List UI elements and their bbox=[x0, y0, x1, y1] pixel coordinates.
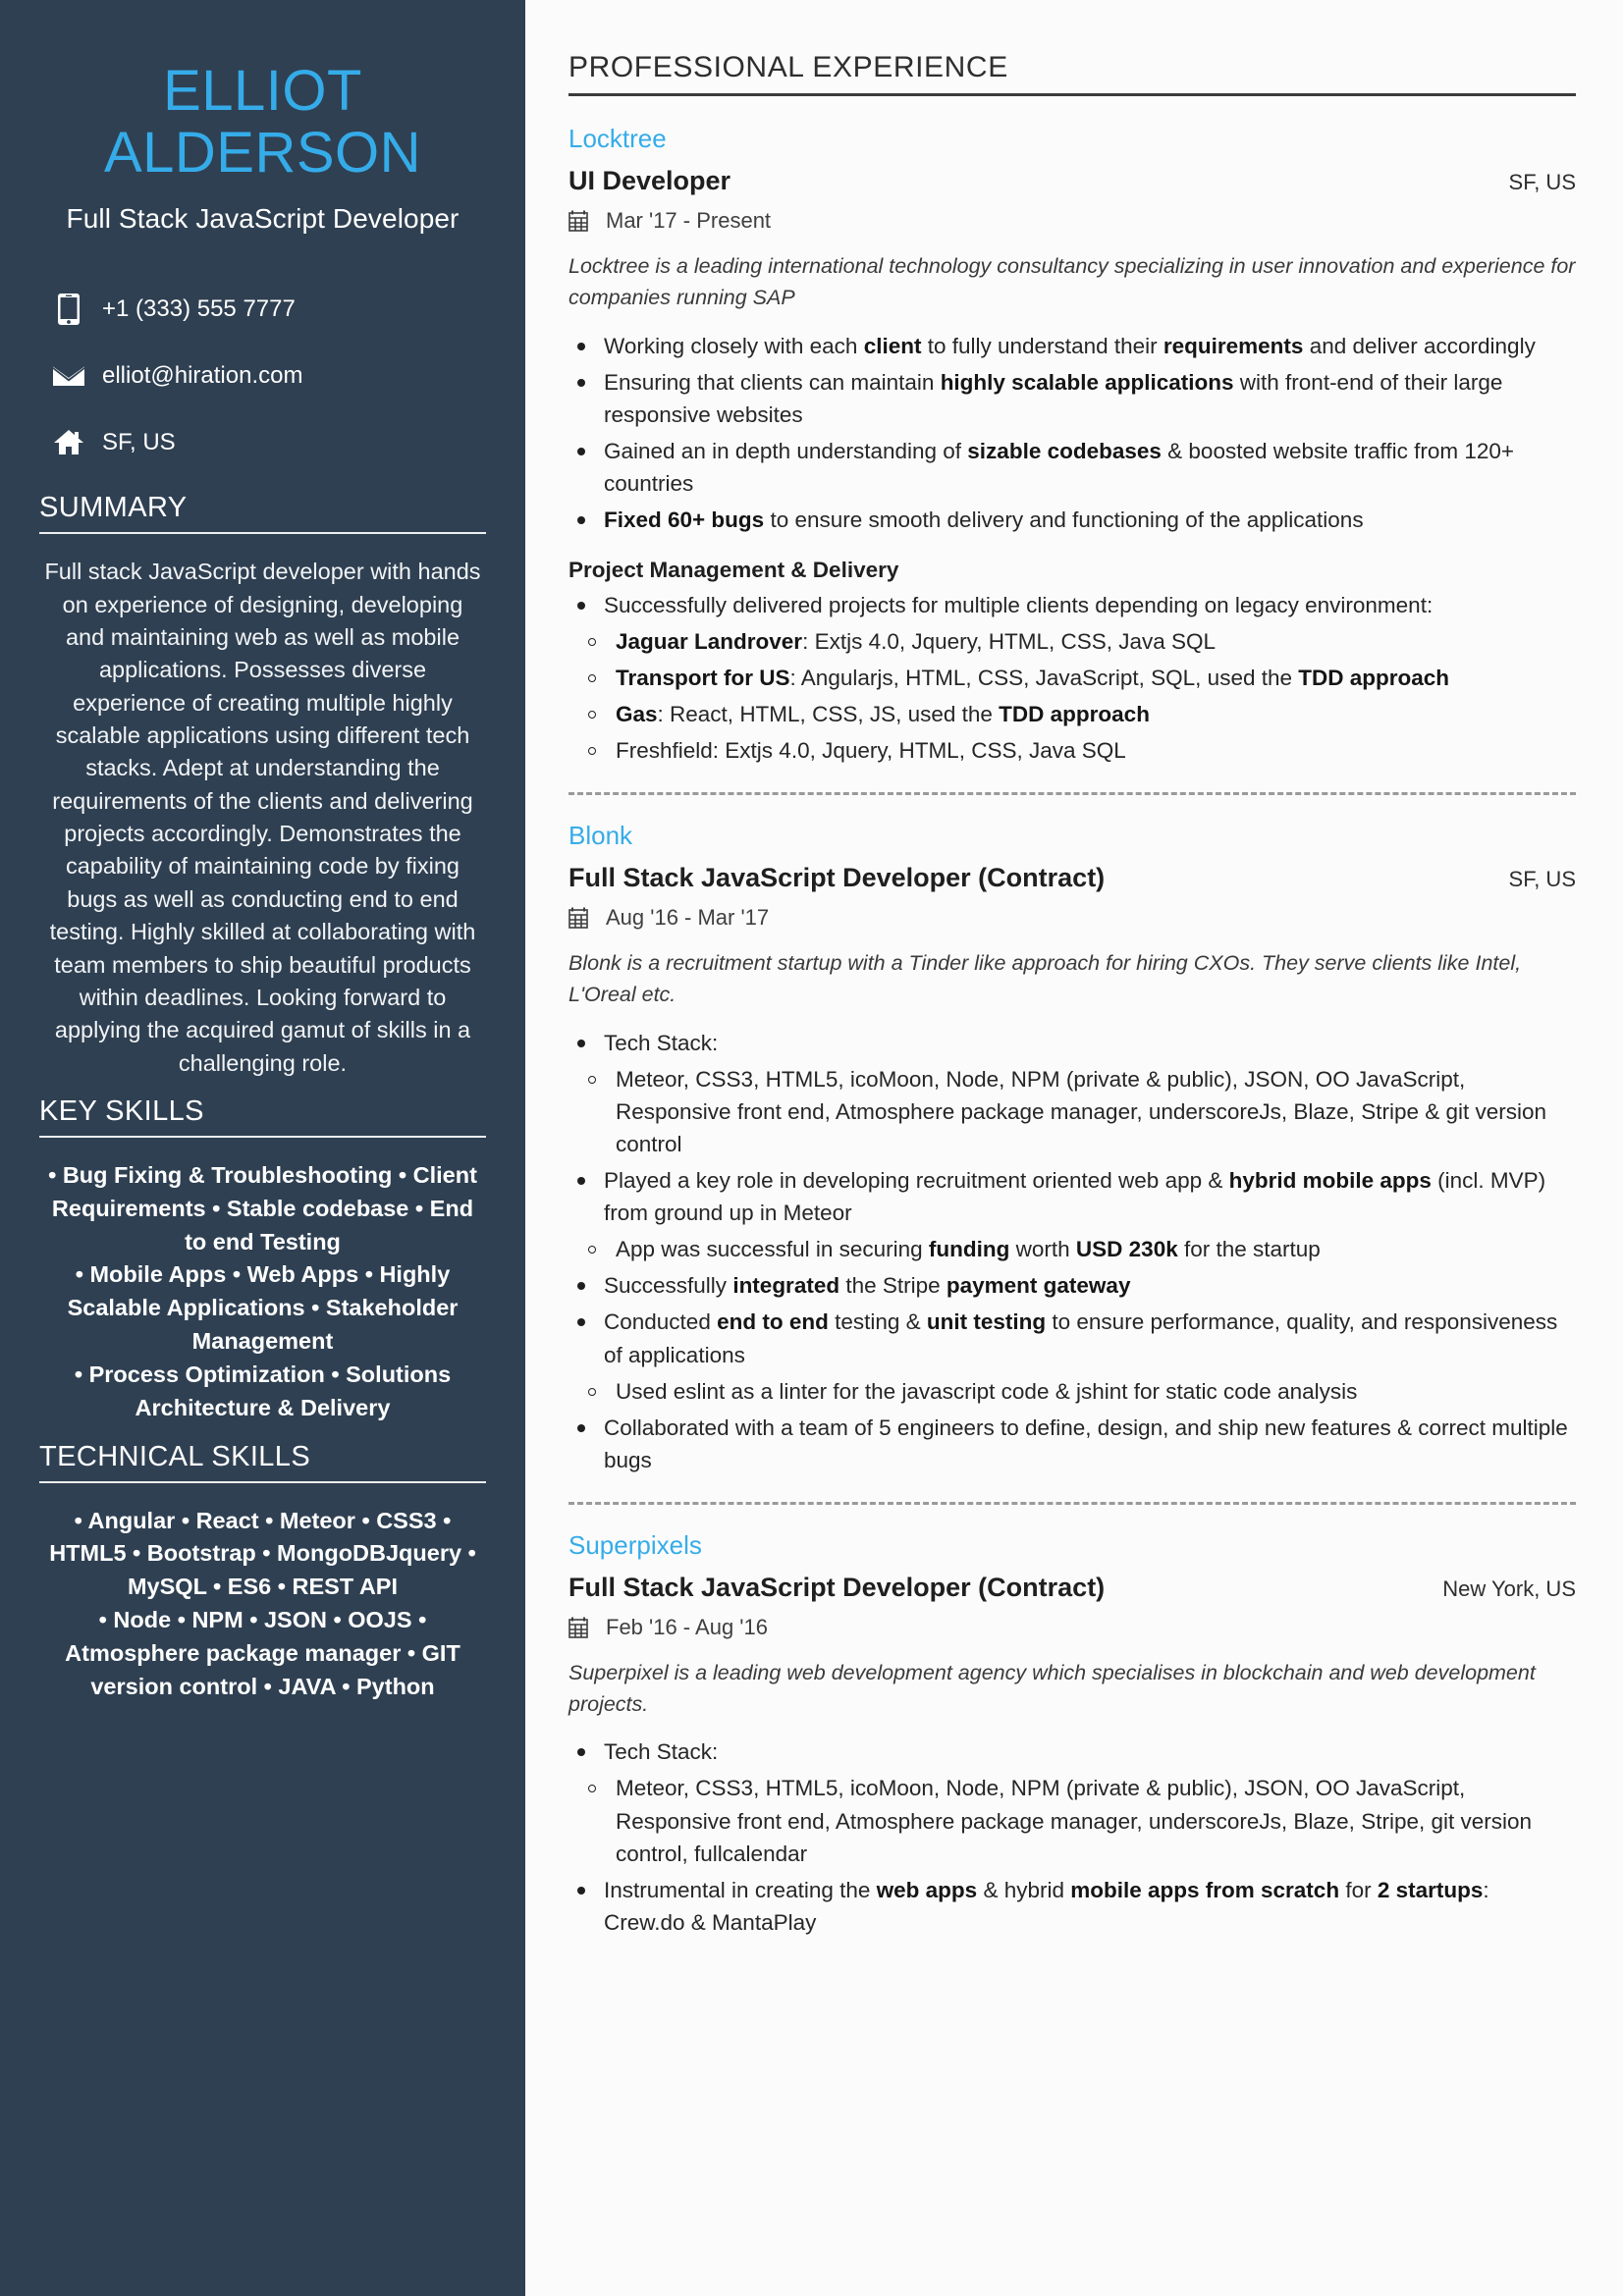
resume-page: ELLIOT ALDERSON Full Stack JavaScript De… bbox=[0, 0, 1623, 2296]
key-skills-section: KEY SKILLS • Bug Fixing & Troubleshootin… bbox=[39, 1095, 486, 1425]
bullet-list: Collaborated with a team of 5 engineers … bbox=[568, 1412, 1576, 1476]
candidate-job-title: Full Stack JavaScript Developer bbox=[66, 203, 460, 235]
professional-experience-divider bbox=[568, 93, 1576, 96]
role-row: UI Developer SF, US bbox=[568, 166, 1576, 196]
bullet-item: Played a key role in developing recruitm… bbox=[568, 1164, 1576, 1229]
date-row: Aug '16 - Mar '17 bbox=[568, 905, 1576, 931]
sub-bullet-list: Jaguar Landrover: Extjs 4.0, Jquery, HTM… bbox=[568, 625, 1576, 767]
sub-bullet-item: Meteor, CSS3, HTML5, icoMoon, Node, NPM … bbox=[568, 1063, 1576, 1160]
sub-bullet-list: App was successful in securing funding w… bbox=[568, 1233, 1576, 1265]
sub-bullet-item: Transport for US: Angularjs, HTML, CSS, … bbox=[568, 662, 1576, 694]
home-icon bbox=[45, 429, 92, 456]
bullet-item: Conducted end to end testing & unit test… bbox=[568, 1306, 1576, 1370]
bullet-list: Successfully integrated the Stripe payme… bbox=[568, 1269, 1576, 1370]
calendar-icon bbox=[568, 907, 590, 930]
bullet-item: Gained an in depth understanding of siza… bbox=[568, 435, 1576, 500]
summary-divider bbox=[39, 532, 486, 535]
technical-skills-line: • Angular • React • Meteor • CSS3 • HTML… bbox=[49, 1507, 476, 1600]
experience-entry: Superpixels Full Stack JavaScript Develo… bbox=[568, 1530, 1576, 1939]
key-skills-heading: KEY SKILLS bbox=[39, 1095, 204, 1127]
date-row: Mar '17 - Present bbox=[568, 208, 1576, 234]
role-title: UI Developer bbox=[568, 166, 731, 195]
bullet-item: Working closely with each client to full… bbox=[568, 330, 1576, 362]
contact-email-value: elliot@hiration.com bbox=[102, 362, 303, 390]
contact-list: +1 (333) 555 7777 elliot@hiration.com SF… bbox=[39, 276, 486, 476]
sub-bullet-list: Meteor, CSS3, HTML5, icoMoon, Node, NPM … bbox=[568, 1772, 1576, 1869]
summary-section: SUMMARY Full stack JavaScript developer … bbox=[39, 492, 486, 1080]
section-separator bbox=[568, 792, 1576, 796]
sub-bullet-item: Meteor, CSS3, HTML5, icoMoon, Node, NPM … bbox=[568, 1772, 1576, 1869]
key-skills-line: • Mobile Apps • Web Apps • Highly Scalab… bbox=[67, 1261, 459, 1355]
name-last: ALDERSON bbox=[103, 120, 422, 185]
sub-bullet-item: Used eslint as a linter for the javascri… bbox=[568, 1375, 1576, 1408]
sub-bullet-item: App was successful in securing funding w… bbox=[568, 1233, 1576, 1265]
bullet-list: Successfully delivered projects for mult… bbox=[568, 589, 1576, 621]
bullet-item: Tech Stack: bbox=[568, 1027, 1576, 1059]
candidate-name: ELLIOT ALDERSON bbox=[39, 0, 486, 184]
key-skills-line: • Process Optimization • Solutions Archi… bbox=[74, 1361, 452, 1420]
sidebar: ELLIOT ALDERSON Full Stack JavaScript De… bbox=[0, 0, 525, 2296]
bullet-list: Tech Stack: bbox=[568, 1735, 1576, 1768]
date-range: Feb '16 - Aug '16 bbox=[606, 1614, 768, 1639]
technical-skills-list: • Angular • React • Meteor • CSS3 • HTML… bbox=[39, 1505, 486, 1704]
email-icon bbox=[45, 364, 92, 388]
bullet-item: Ensuring that clients can maintain highl… bbox=[568, 366, 1576, 431]
role-title: Full Stack JavaScript Developer (Contrac… bbox=[568, 863, 1106, 893]
technical-skills-section: TECHNICAL SKILLS • Angular • React • Met… bbox=[39, 1441, 486, 1704]
sub-bullet-item: Freshfield: Extjs 4.0, Jquery, HTML, CSS… bbox=[568, 734, 1576, 767]
company-name: Superpixels bbox=[568, 1529, 702, 1560]
bullet-item: Instrumental in creating the web apps & … bbox=[568, 1874, 1576, 1939]
technical-skills-divider bbox=[39, 1480, 486, 1483]
phone-icon bbox=[45, 293, 92, 326]
contact-email[interactable]: elliot@hiration.com bbox=[45, 343, 486, 409]
technical-skills-line: • Node • NPM • JSON • OOJS • Atmosphere … bbox=[65, 1607, 460, 1699]
key-skills-list: • Bug Fixing & Troubleshooting • Client … bbox=[39, 1159, 486, 1425]
date-range: Aug '16 - Mar '17 bbox=[606, 905, 770, 931]
bullet-list: Played a key role in developing recruitm… bbox=[568, 1164, 1576, 1229]
date-range: Mar '17 - Present bbox=[606, 208, 772, 233]
contact-phone-value: +1 (333) 555 7777 bbox=[102, 295, 296, 323]
bullet-item: Collaborated with a team of 5 engineers … bbox=[568, 1412, 1576, 1476]
summary-heading: SUMMARY bbox=[39, 492, 188, 524]
main-content: PROFESSIONAL EXPERIENCE Locktree UI Deve… bbox=[525, 0, 1623, 2296]
summary-text: Full stack JavaScript developer with han… bbox=[44, 559, 481, 1076]
name-first: ELLIOT bbox=[163, 59, 362, 123]
experience-entry: Locktree UI Developer SF, US Mar '17 - P… bbox=[568, 124, 1576, 767]
section-separator bbox=[568, 1501, 1576, 1505]
role-row: Full Stack JavaScript Developer (Contrac… bbox=[568, 863, 1576, 893]
bullet-list: Instrumental in creating the web apps & … bbox=[568, 1874, 1576, 1939]
date-row: Feb '16 - Aug '16 bbox=[568, 1615, 1576, 1640]
company-blurb: Superpixel is a leading web development … bbox=[568, 1660, 1536, 1716]
bullet-item: Tech Stack: bbox=[568, 1735, 1576, 1768]
sub-section-heading: Project Management & Delivery bbox=[568, 558, 899, 582]
key-skills-line: • Bug Fixing & Troubleshooting • Client … bbox=[48, 1162, 477, 1255]
sub-bullet-list: Used eslint as a linter for the javascri… bbox=[568, 1375, 1576, 1408]
sub-bullet-item: Gas: React, HTML, CSS, JS, used the TDD … bbox=[568, 698, 1576, 730]
bullet-item: Successfully integrated the Stripe payme… bbox=[568, 1269, 1576, 1302]
sub-bullet-list: Meteor, CSS3, HTML5, icoMoon, Node, NPM … bbox=[568, 1063, 1576, 1160]
calendar-icon bbox=[568, 1617, 590, 1638]
role-title: Full Stack JavaScript Developer (Contrac… bbox=[568, 1572, 1106, 1602]
contact-location[interactable]: SF, US bbox=[45, 409, 486, 476]
bullet-item: Fixed 60+ bugs to ensure smooth delivery… bbox=[568, 504, 1576, 536]
technical-skills-heading: TECHNICAL SKILLS bbox=[39, 1440, 311, 1472]
role-location: SF, US bbox=[1508, 170, 1576, 194]
company-name: Blonk bbox=[568, 821, 633, 851]
experience-entry: Blonk Full Stack JavaScript Developer (C… bbox=[568, 821, 1576, 1475]
contact-phone[interactable]: +1 (333) 555 7777 bbox=[45, 276, 486, 343]
role-row: Full Stack JavaScript Developer (Contrac… bbox=[568, 1573, 1576, 1603]
sub-bullet-item: Jaguar Landrover: Extjs 4.0, Jquery, HTM… bbox=[568, 625, 1576, 658]
company-blurb: Blonk is a recruitment startup with a Ti… bbox=[568, 951, 1522, 1007]
bullet-list: Working closely with each client to full… bbox=[568, 330, 1576, 536]
contact-location-value: SF, US bbox=[102, 429, 176, 456]
company-name: Locktree bbox=[568, 124, 667, 153]
professional-experience-heading: PROFESSIONAL EXPERIENCE bbox=[568, 51, 1008, 83]
key-skills-divider bbox=[39, 1136, 486, 1138]
role-location: New York, US bbox=[1442, 1575, 1576, 1601]
calendar-icon bbox=[568, 210, 590, 232]
bullet-item: Successfully delivered projects for mult… bbox=[568, 589, 1576, 621]
bullet-list: Tech Stack: bbox=[568, 1027, 1576, 1059]
role-location: SF, US bbox=[1508, 867, 1576, 892]
company-blurb: Locktree is a leading international tech… bbox=[568, 254, 1576, 309]
